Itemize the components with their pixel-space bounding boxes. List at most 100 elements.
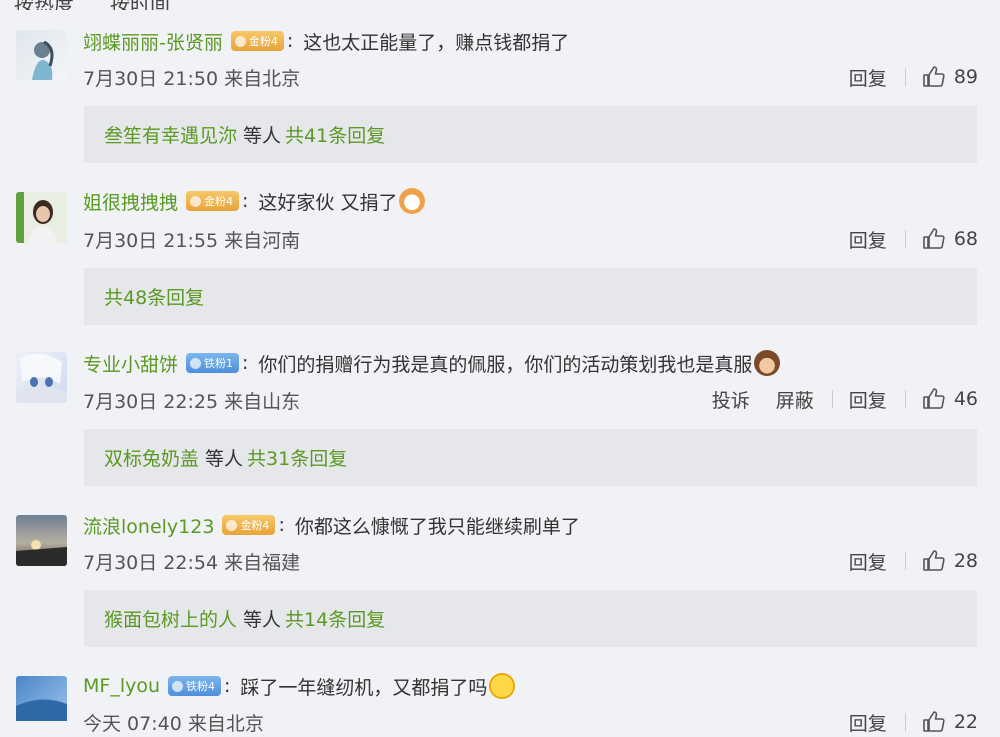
sort-tab-time[interactable]: 按时间 <box>110 0 170 10</box>
comment-location: 来自河南 <box>224 230 301 252</box>
reply-count[interactable]: 共31条回复 <box>247 444 347 471</box>
comment-actions: 回复 68 <box>823 224 978 254</box>
reply-count[interactable]: 共48条回复 <box>104 283 204 310</box>
comment-date: 7月30日 22:54 <box>83 552 219 574</box>
sort-tabs: 按热度 按时间 <box>0 0 1000 10</box>
comment-header: 流浪lonely123 金粉4 : 你都这么慷慨了我只能继续刷单了 <box>83 510 580 540</box>
colon: : <box>224 675 231 697</box>
badge-label: 金粉4 <box>248 35 278 48</box>
reply-button[interactable]: 回复 <box>849 709 887 736</box>
badge-icon <box>226 519 238 531</box>
comment-meta: 7月30日 22:54 来自福建 <box>83 548 300 574</box>
reply-summary[interactable]: 猴面包树上的人 等人 共14条回复 <box>84 590 977 647</box>
reply-mid: 等人 <box>243 125 282 147</box>
username-link[interactable]: 流浪lonely123 <box>83 512 214 539</box>
like-count: 22 <box>953 711 978 733</box>
fan-badge[interactable]: 铁粉1 <box>186 353 240 373</box>
comment-date: 7月30日 21:50 <box>83 68 219 90</box>
username-link[interactable]: 姐很拽拽拽 <box>83 188 178 215</box>
username-link[interactable]: 专业小甜饼 <box>83 350 178 377</box>
badge-label: 金粉4 <box>240 519 270 532</box>
badge-label: 铁粉1 <box>204 357 234 370</box>
reply-count[interactable]: 共41条回复 <box>285 121 385 148</box>
badge-icon <box>234 35 246 47</box>
reply-names[interactable]: 双标兔奶盖 <box>104 444 199 471</box>
comment-location: 来自北京 <box>187 713 264 735</box>
comment-header: 专业小甜饼 铁粉1 : 你们的捐赠行为我是真的佩服，你们的活动策划我也是真服 <box>83 348 781 378</box>
thumbs-up-icon[interactable] <box>922 387 946 411</box>
comment-date: 7月30日 21:55 <box>83 230 219 252</box>
thumbs-up-icon[interactable] <box>922 549 946 573</box>
colon: : <box>278 514 285 536</box>
comment-header: 姐很拽拽拽 金粉4 : 这好家伙 又捐了 <box>83 186 426 216</box>
badge-label: 金粉4 <box>204 195 234 208</box>
fan-badge[interactable]: 铁粉4 <box>168 676 222 696</box>
avatar-image-icon <box>16 192 67 243</box>
avatar-image-icon <box>32 40 54 80</box>
comment-actions: 回复 28 <box>823 546 978 576</box>
comment-text: 这好家伙 又捐了 <box>258 191 398 214</box>
colon: : <box>242 190 249 212</box>
reply-summary[interactable]: 叁笙有幸遇见沵 等人 共41条回复 <box>84 106 977 163</box>
comment-date: 7月30日 22:25 <box>83 391 219 413</box>
comment-meta: 7月30日 21:55 来自河南 <box>83 226 300 252</box>
comment-actions: 回复 89 <box>823 62 978 92</box>
sort-tab-hot[interactable]: 按热度 <box>14 0 74 10</box>
comment-header: MF_lyou 铁粉4 : 踩了一年缝纫机，又都捐了吗 <box>83 671 516 701</box>
avatar-image-icon <box>16 540 67 566</box>
monkey-emoji-icon <box>754 350 781 376</box>
divider <box>904 552 906 570</box>
badge-icon <box>190 195 202 207</box>
avatar[interactable] <box>16 676 67 721</box>
divider <box>904 68 906 86</box>
reply-button[interactable]: 回复 <box>849 226 887 253</box>
reply-button[interactable]: 回复 <box>849 386 887 413</box>
comment-text: 踩了一年缝纫机，又都捐了吗 <box>240 676 488 699</box>
badge-icon <box>172 680 184 692</box>
badge-icon <box>190 357 202 369</box>
avatar-image-icon <box>16 353 67 403</box>
like-count: 28 <box>953 550 978 572</box>
reply-names[interactable]: 叁笙有幸遇见沵 <box>104 121 237 148</box>
fan-badge[interactable]: 金粉4 <box>222 515 276 535</box>
fan-badge[interactable]: 金粉4 <box>186 191 240 211</box>
reply-names[interactable]: 猴面包树上的人 <box>104 605 237 632</box>
divider <box>904 713 906 731</box>
reply-summary[interactable]: 共48条回复 <box>84 268 977 325</box>
fan-badge[interactable]: 金粉4 <box>230 31 284 51</box>
comment-actions: 投诉 屏蔽 回复 46 <box>686 384 978 414</box>
reply-mid: 等人 <box>243 609 282 631</box>
comment-location: 来自山东 <box>224 391 301 413</box>
reply-mid: 等人 <box>205 448 244 470</box>
comment-text: 你们的捐赠行为我是真的佩服，你们的活动策划我也是真服 <box>258 353 753 376</box>
reply-summary[interactable]: 双标兔奶盖 等人 共31条回复 <box>84 429 977 486</box>
avatar-image-icon <box>16 699 67 721</box>
comment-header: 翊蝶丽丽-张贤丽 金粉4 : 这也太正能量了，赚点钱都捐了 <box>83 26 569 56</box>
thumbs-up-icon[interactable] <box>922 710 946 734</box>
thumbs-up-icon[interactable] <box>922 227 946 251</box>
reply-button[interactable]: 回复 <box>849 64 887 91</box>
comment-actions: 回复 22 <box>823 707 978 737</box>
divider <box>904 230 906 248</box>
username-link[interactable]: MF_lyou <box>83 675 160 697</box>
reply-button[interactable]: 回复 <box>849 548 887 575</box>
comment-meta: 今天 07:40 来自北京 <box>83 709 264 735</box>
avatar[interactable] <box>16 352 67 403</box>
block-button[interactable]: 屏蔽 <box>776 386 814 413</box>
comment-meta: 7月30日 21:50 来自北京 <box>83 64 300 90</box>
avatar[interactable] <box>16 192 67 243</box>
reply-count[interactable]: 共14条回复 <box>285 605 385 632</box>
report-button[interactable]: 投诉 <box>712 386 750 413</box>
avatar[interactable] <box>16 30 67 81</box>
like-count: 46 <box>953 388 978 410</box>
username-link[interactable]: 翊蝶丽丽-张贤丽 <box>83 28 223 55</box>
comment-location: 来自北京 <box>224 68 301 90</box>
cat-emoji-icon <box>399 188 426 214</box>
comment-location: 来自福建 <box>224 552 301 574</box>
thumbs-up-icon[interactable] <box>922 65 946 89</box>
avatar[interactable] <box>16 515 67 566</box>
divider <box>831 390 833 408</box>
comment-text: 这也太正能量了，赚点钱都捐了 <box>303 31 570 54</box>
comment-date: 今天 07:40 <box>83 713 182 735</box>
colon: : <box>286 30 294 52</box>
